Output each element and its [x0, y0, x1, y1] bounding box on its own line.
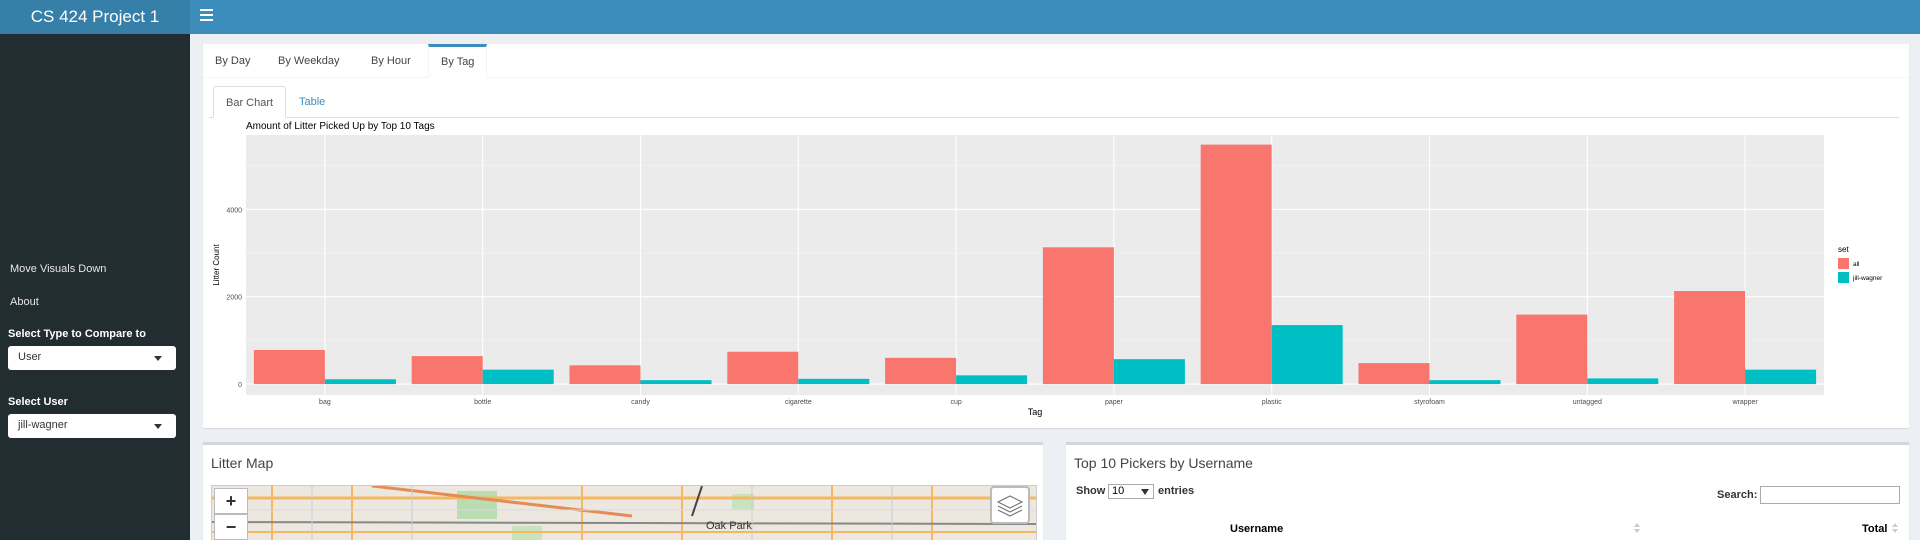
bar-all-cup	[885, 357, 957, 385]
y-axis-label: Litter Count	[212, 244, 221, 286]
sort-icon[interactable]	[1891, 523, 1899, 535]
search-label: Search:	[1717, 489, 1758, 501]
x-tick-label: candy	[631, 399, 650, 406]
zoom-in-button[interactable]: +	[214, 488, 248, 514]
legend-key-all	[1838, 258, 1849, 269]
sidebar: Move Visuals Down About Select Type to C…	[0, 34, 190, 540]
legend-title: set	[1838, 245, 1849, 254]
legend-label: all	[1853, 261, 1860, 268]
user-select-value: jill-wagner	[18, 419, 68, 431]
tag-chart-panel: By Day By Weekday By Hour By Tag Bar Cha…	[203, 44, 1909, 428]
entries-length-value: 10	[1112, 485, 1125, 497]
sidebar-item-about[interactable]: About	[10, 296, 39, 308]
x-tick-label: bag	[319, 399, 331, 406]
litter-map-panel: Litter Map + − Oak Park	[203, 442, 1043, 540]
x-tick-label: styrofoam	[1414, 399, 1445, 406]
bar-all-wrapper	[1674, 291, 1746, 385]
bar-all-bag	[253, 349, 325, 385]
x-tick-label: cup	[950, 399, 961, 406]
x-tick-label: untagged	[1573, 399, 1602, 406]
x-axis-label: Tag	[1028, 407, 1043, 417]
table-header: Username Total	[1074, 513, 1900, 540]
bar-jill-wagner-candy	[640, 380, 712, 385]
x-tick-label: wrapper	[1731, 399, 1758, 406]
bar-jill-wagner-paper	[1113, 359, 1185, 385]
sort-icon[interactable]	[1633, 523, 1641, 535]
sidebar-item-move-visuals-down[interactable]: Move Visuals Down	[10, 263, 106, 275]
app-title: CS 424 Project 1	[0, 0, 190, 34]
bar-all-candy	[569, 365, 641, 385]
show-label: Show	[1076, 485, 1106, 497]
x-tick-label: bottle	[474, 399, 491, 406]
bar-jill-wagner-bottle	[482, 369, 554, 385]
bar-jill-wagner-wrapper	[1745, 369, 1817, 385]
y-tick-label: 0	[238, 382, 242, 389]
bar-jill-wagner-cup	[956, 375, 1028, 385]
compare-type-select[interactable]: User	[8, 346, 176, 370]
top-pickers-panel: Top 10 Pickers by Username Show 10 entri…	[1066, 442, 1909, 540]
litter-map-title: Litter Map	[211, 455, 274, 471]
bar-all-untagged	[1516, 314, 1588, 385]
tag-bar-chart: Amount of Litter Picked Up by Top 10 Tag…	[212, 121, 1883, 417]
litter-map[interactable]: + − Oak Park	[211, 485, 1037, 540]
bar-all-styrofoam	[1358, 363, 1430, 385]
sidebar-toggle-icon[interactable]	[200, 9, 213, 21]
x-tick-label: plastic	[1262, 399, 1282, 406]
entries-label: entries	[1158, 485, 1195, 497]
chart-title: Amount of Litter Picked Up by Top 10 Tag…	[246, 121, 435, 132]
bar-all-plastic	[1200, 144, 1272, 385]
top-pickers-title: Top 10 Pickers by Username	[1074, 455, 1253, 471]
chevron-down-icon	[154, 356, 162, 361]
y-tick-label: 4000	[226, 207, 242, 214]
chevron-down-icon	[154, 424, 162, 429]
user-select[interactable]: jill-wagner	[8, 414, 176, 438]
bar-jill-wagner-untagged	[1587, 378, 1659, 385]
x-tick-label: cigarette	[785, 399, 812, 406]
entries-length-select[interactable]: 10	[1108, 484, 1154, 499]
top-navbar	[190, 0, 1920, 34]
chevron-down-icon	[1141, 489, 1149, 495]
layers-icon[interactable]	[990, 486, 1030, 524]
legend-label: jill-wagner	[1852, 275, 1883, 282]
bar-jill-wagner-bag	[324, 379, 396, 385]
compare-type-value: User	[18, 351, 42, 363]
user-select-label: Select User	[8, 396, 68, 408]
bar-all-paper	[1042, 247, 1114, 385]
column-header-username[interactable]: Username	[1230, 513, 1283, 540]
x-tick-label: paper	[1105, 399, 1124, 406]
map-tiles	[212, 486, 1036, 540]
legend-key-jill-wagner	[1838, 272, 1849, 283]
bar-jill-wagner-plastic	[1271, 325, 1343, 385]
map-place-label: Oak Park	[706, 520, 752, 532]
bar-all-bottle	[411, 356, 483, 385]
search-input[interactable]	[1760, 486, 1900, 504]
compare-type-label: Select Type to Compare to	[8, 328, 146, 340]
bar-jill-wagner-styrofoam	[1429, 380, 1501, 385]
bar-all-cigarette	[727, 351, 799, 385]
y-tick-label: 2000	[226, 295, 242, 302]
zoom-out-button[interactable]: −	[214, 514, 248, 540]
bar-jill-wagner-cigarette	[798, 378, 870, 385]
column-header-total[interactable]: Total	[1862, 513, 1887, 540]
